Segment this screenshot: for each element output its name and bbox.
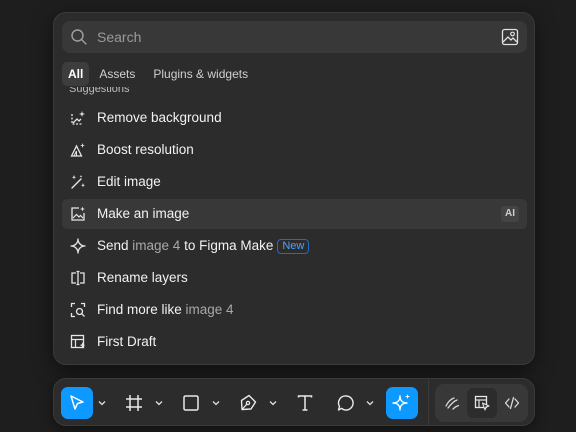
dev-mode-button[interactable] — [497, 388, 527, 418]
layer-name: image 4 — [185, 302, 234, 317]
item-label-part: to Figma Make — [180, 238, 274, 253]
image-search-icon[interactable] — [501, 28, 519, 46]
remove-background-icon — [71, 111, 85, 125]
list-item-boost-resolution[interactable]: Boost resolution — [62, 135, 527, 165]
rectangle-tool-button[interactable] — [175, 387, 207, 419]
text-tool-button[interactable] — [289, 387, 321, 419]
item-label: Find more like image 4 — [97, 295, 234, 325]
chevron-down-icon[interactable] — [154, 398, 164, 408]
list-item-make-an-image[interactable]: Make an image AI — [62, 199, 527, 229]
actions-panel: All Assets Plugins & widgets Suggestions… — [53, 12, 535, 365]
layer-name: image 4 — [132, 238, 181, 253]
ai-badge: AI — [501, 206, 519, 222]
comment-tool-button[interactable] — [330, 387, 362, 419]
search-bar[interactable] — [62, 21, 527, 53]
search-icon — [71, 29, 87, 45]
list-item-send-to-figma-make[interactable]: Send image 4 to Figma Make New — [62, 231, 527, 261]
tab-assets[interactable]: Assets — [91, 62, 143, 86]
item-label: Send image 4 to Figma Make New — [97, 231, 310, 261]
chevron-down-icon[interactable] — [365, 398, 375, 408]
text-tool-icon — [297, 395, 313, 411]
mode-switcher — [435, 384, 528, 422]
design-mode-button[interactable] — [467, 388, 497, 418]
tab-bar: All Assets Plugins & widgets — [62, 62, 256, 86]
item-label-part: Find more like — [97, 302, 186, 317]
boost-resolution-icon — [70, 143, 85, 157]
section-label: Suggestions — [69, 87, 130, 95]
item-label: Rename layers — [97, 270, 188, 285]
chevron-down-icon[interactable] — [268, 398, 278, 408]
item-label: Boost resolution — [97, 142, 194, 157]
list-item-remove-background[interactable]: Remove background — [62, 103, 527, 133]
list-item-first-draft[interactable]: First Draft — [62, 327, 527, 357]
item-label: Remove background — [97, 110, 222, 125]
tab-all[interactable]: All — [62, 62, 90, 86]
bottom-toolbar — [53, 378, 535, 426]
dev-mode-icon — [504, 396, 520, 410]
pen-tool-button[interactable] — [232, 387, 264, 419]
move-tool-button[interactable] — [61, 387, 93, 419]
tab-plugins-widgets[interactable]: Plugins & widgets — [145, 62, 256, 86]
ai-actions-icon — [392, 394, 410, 411]
new-badge: New — [277, 239, 310, 254]
draw-mode-button[interactable] — [437, 388, 467, 418]
chevron-down-icon[interactable] — [211, 398, 221, 408]
frame-tool-icon — [126, 395, 142, 411]
toolbar-divider — [428, 379, 429, 425]
move-tool-icon — [70, 395, 84, 410]
comment-tool-icon — [337, 395, 354, 411]
search-input[interactable] — [97, 21, 487, 53]
item-label-part: Send — [97, 238, 133, 253]
ai-actions-button[interactable] — [386, 387, 418, 419]
rename-layers-icon — [71, 270, 85, 286]
rectangle-tool-icon — [183, 395, 199, 411]
figma-make-icon — [70, 238, 86, 254]
suggestion-list: Suggestions Remove background Boost reso… — [54, 87, 534, 364]
pen-tool-icon — [240, 394, 257, 411]
edit-image-icon — [71, 175, 85, 189]
list-item-find-more-like[interactable]: Find more like image 4 — [62, 295, 527, 325]
find-more-icon — [70, 302, 86, 318]
make-image-icon — [71, 206, 85, 221]
draw-mode-icon — [445, 397, 460, 410]
first-draft-icon — [70, 334, 85, 349]
frame-tool-button[interactable] — [118, 387, 150, 419]
item-label: First Draft — [97, 334, 157, 349]
item-label: Edit image — [97, 174, 161, 189]
list-item-edit-image[interactable]: Edit image — [62, 167, 527, 197]
design-mode-icon — [474, 395, 490, 411]
item-label: Make an image — [97, 206, 190, 221]
list-item-rename-layers[interactable]: Rename layers — [62, 263, 527, 293]
chevron-down-icon[interactable] — [97, 398, 107, 408]
